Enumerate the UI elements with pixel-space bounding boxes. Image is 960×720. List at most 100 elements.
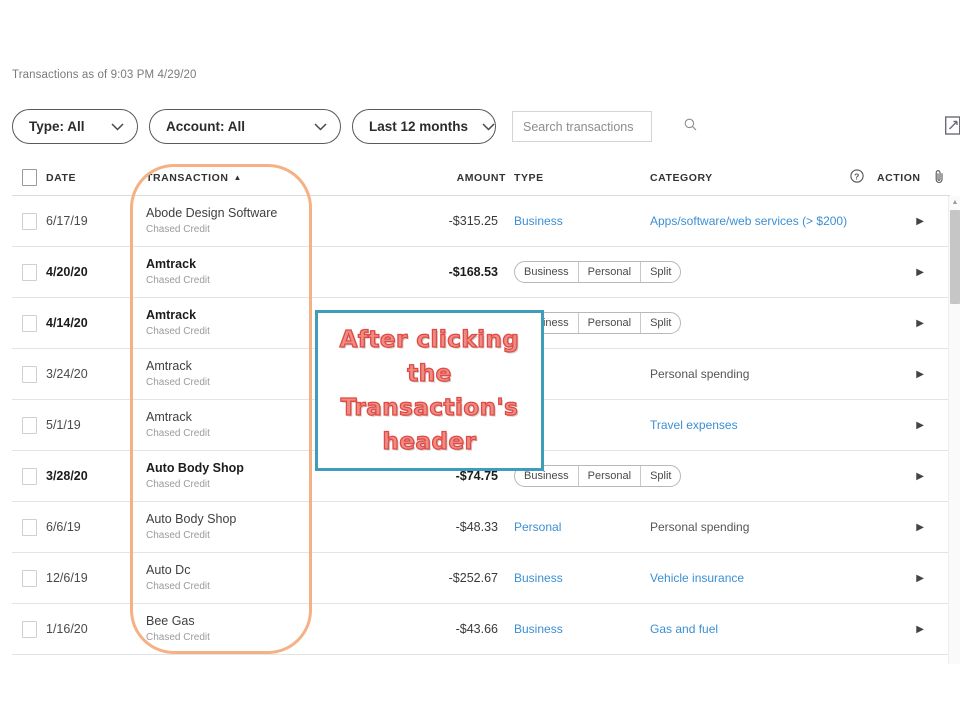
row-select-cell bbox=[12, 212, 46, 230]
row-action-cell: ▶ bbox=[850, 318, 938, 329]
row-date: 6/17/19 bbox=[46, 214, 88, 228]
row-type-link[interactable]: Business bbox=[514, 571, 563, 585]
row-transaction-name: Auto Dc bbox=[146, 562, 191, 577]
row-transaction-name: Amtrack bbox=[146, 256, 197, 271]
row-checkbox[interactable] bbox=[22, 365, 37, 383]
row-category-text: Personal spending bbox=[650, 520, 750, 534]
chevron-right-icon[interactable]: ▶ bbox=[916, 573, 924, 584]
select-all-checkbox[interactable] bbox=[22, 169, 37, 186]
row-checkbox[interactable] bbox=[22, 263, 37, 281]
row-amount-cell: -$74.75 bbox=[306, 469, 506, 483]
header-category[interactable]: CATEGORY bbox=[650, 172, 850, 184]
row-checkbox[interactable] bbox=[22, 569, 37, 587]
row-transaction: Abode Design Software Chased Credit bbox=[146, 206, 306, 237]
row-transaction-name: Amtrack bbox=[146, 409, 192, 424]
header-action-group: ? ACTION bbox=[850, 169, 943, 187]
row-select-cell bbox=[12, 263, 46, 281]
chevron-right-icon[interactable]: ▶ bbox=[916, 420, 924, 431]
row-date: 12/6/19 bbox=[46, 571, 88, 585]
scroll-up-arrow-icon[interactable]: ▲ bbox=[949, 196, 960, 209]
type-option-split[interactable]: Split bbox=[641, 262, 680, 282]
table-row[interactable]: 1/16/20 Bee Gas Chased Credit -$43.66 Busine… bbox=[12, 604, 950, 655]
chevron-down-icon bbox=[111, 122, 124, 131]
chevron-right-icon[interactable]: ▶ bbox=[916, 522, 924, 533]
chevron-right-icon[interactable]: ▶ bbox=[916, 267, 924, 278]
table-row[interactable]: 4/20/20 Amtrack Chased Credit -$168.53 Busin… bbox=[12, 247, 950, 298]
row-type-link[interactable]: Business bbox=[514, 622, 563, 636]
vertical-scrollbar[interactable]: ▲ bbox=[948, 196, 960, 664]
header-date[interactable]: DATE bbox=[46, 172, 146, 184]
row-checkbox[interactable] bbox=[22, 314, 37, 332]
row-amount: -$252.67 bbox=[448, 571, 498, 585]
row-category-cell: Travel expenses bbox=[650, 418, 850, 432]
row-type-link[interactable]: Personal bbox=[514, 520, 561, 534]
chevron-right-icon[interactable]: ▶ bbox=[916, 369, 924, 380]
header-transaction[interactable]: TRANSACTION ▲ bbox=[146, 172, 306, 184]
filter-date-range-dropdown[interactable]: Last 12 months bbox=[352, 109, 496, 144]
select-all-cell bbox=[12, 169, 46, 186]
filter-account-dropdown[interactable]: Account: All bbox=[149, 109, 341, 144]
edit-square-icon[interactable] bbox=[942, 112, 960, 138]
row-amount-cell: -$315.25 bbox=[306, 214, 506, 228]
chevron-right-icon[interactable]: ▶ bbox=[916, 318, 924, 329]
chevron-down-icon bbox=[314, 122, 327, 131]
chevron-right-icon[interactable]: ▶ bbox=[916, 216, 924, 227]
row-transaction: Bee Gas Chased Credit bbox=[146, 614, 306, 645]
header-category-label: CATEGORY bbox=[650, 171, 713, 184]
type-option-personal[interactable]: Personal bbox=[579, 262, 642, 282]
row-date: 1/16/20 bbox=[46, 622, 88, 636]
search-icon[interactable] bbox=[684, 118, 697, 136]
row-transaction: Auto Body Shop Chased Credit bbox=[146, 512, 306, 543]
row-type-cell: Personal bbox=[506, 520, 650, 534]
scrollbar-thumb[interactable] bbox=[950, 210, 960, 304]
row-date: 4/14/20 bbox=[46, 316, 88, 330]
type-option-split[interactable]: Split bbox=[641, 313, 680, 333]
search-box[interactable] bbox=[512, 111, 697, 142]
row-amount: -$315.25 bbox=[448, 214, 498, 228]
type-option-split[interactable]: Split bbox=[641, 466, 680, 486]
header-amount[interactable]: AMOUNT bbox=[306, 172, 506, 184]
chevron-right-icon[interactable]: ▶ bbox=[916, 624, 924, 635]
row-type-link[interactable]: Business bbox=[514, 214, 563, 228]
row-amount-cell: -$252.67 bbox=[306, 571, 506, 585]
type-option-personal[interactable]: Personal bbox=[579, 313, 642, 333]
row-checkbox[interactable] bbox=[22, 467, 37, 485]
filter-date-range-label: Last 12 months bbox=[369, 119, 469, 134]
row-category-link[interactable]: Gas and fuel bbox=[650, 622, 718, 636]
row-category-cell: Personal spending bbox=[650, 520, 850, 534]
type-option-business[interactable]: Business bbox=[515, 262, 579, 282]
header-type[interactable]: TYPE bbox=[506, 172, 650, 184]
row-date: 3/28/20 bbox=[46, 469, 88, 483]
row-select-cell bbox=[12, 518, 46, 536]
row-account-name: Chased Credit bbox=[146, 529, 210, 541]
row-checkbox[interactable] bbox=[22, 620, 37, 638]
paperclip-icon[interactable] bbox=[934, 169, 945, 187]
row-action-cell: ▶ bbox=[850, 420, 938, 431]
chevron-right-icon[interactable]: ▶ bbox=[916, 471, 924, 482]
row-checkbox[interactable] bbox=[22, 212, 37, 230]
row-account-name: Chased Credit bbox=[146, 478, 210, 490]
header-date-label: DATE bbox=[46, 171, 77, 184]
row-category-link[interactable]: Vehicle insurance bbox=[650, 571, 744, 585]
row-transaction: Auto Body Shop Chased Credit bbox=[146, 461, 306, 492]
row-account-name: Chased Credit bbox=[146, 427, 210, 439]
row-checkbox[interactable] bbox=[22, 518, 37, 536]
filter-type-dropdown[interactable]: Type: All bbox=[12, 109, 138, 144]
row-transaction-name: Abode Design Software bbox=[146, 205, 278, 220]
header-type-label: TYPE bbox=[514, 171, 544, 184]
row-checkbox[interactable] bbox=[22, 416, 37, 434]
row-category-link[interactable]: Travel expenses bbox=[650, 418, 738, 432]
row-category-link[interactable]: Apps/software/web services (> $200) bbox=[650, 214, 847, 228]
table-row[interactable]: 6/6/19 Auto Body Shop Chased Credit -$48.33… bbox=[12, 502, 950, 553]
type-option-personal[interactable]: Personal bbox=[579, 466, 642, 486]
filter-type-label: Type: All bbox=[29, 119, 85, 134]
help-icon[interactable]: ? bbox=[850, 169, 864, 186]
table-row[interactable]: 12/6/19 Auto Dc Chased Credit -$252.67 Busin… bbox=[12, 553, 950, 604]
row-date: 3/24/20 bbox=[46, 367, 88, 381]
row-date: 4/20/20 bbox=[46, 265, 88, 279]
table-row[interactable]: 6/17/19 Abode Design Software Chased Credi… bbox=[12, 196, 950, 247]
svg-text:?: ? bbox=[854, 171, 860, 181]
type-segmented-control[interactable]: Business Personal Split bbox=[514, 261, 682, 283]
row-transaction-name: Amtrack bbox=[146, 358, 192, 373]
search-input[interactable] bbox=[523, 119, 684, 134]
